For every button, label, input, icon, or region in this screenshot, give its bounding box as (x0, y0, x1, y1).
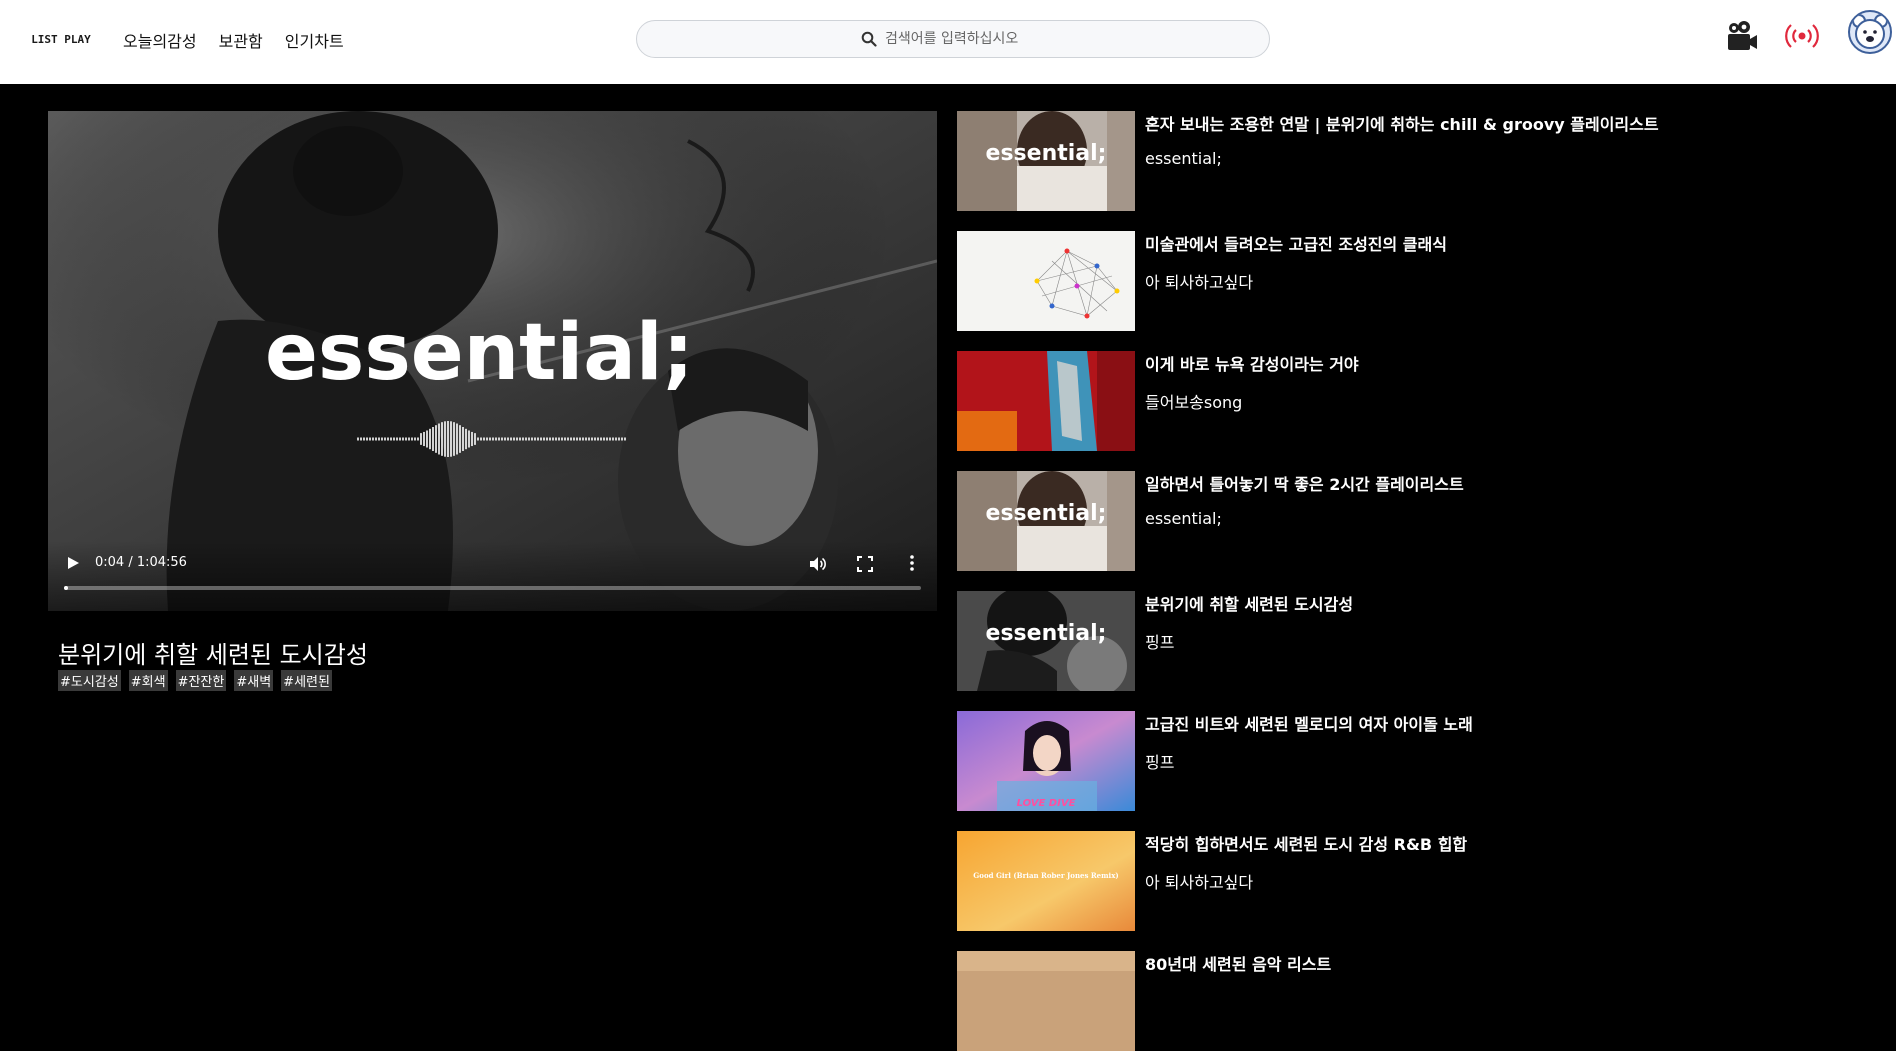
user-avatar[interactable] (1848, 10, 1892, 54)
playlist-item[interactable]: essential; 혼자 보내는 조용한 연말 | 분위기에 취하는 chil… (957, 111, 1887, 211)
playlist-item-title[interactable]: 분위기에 취할 세련된 도시감성 (1145, 591, 1353, 615)
thumbnail-text: essential; (985, 621, 1107, 646)
playlist-item[interactable]: LOVE DIVE 고급진 비트와 세련된 멜로디의 여자 아이돌 노래 핑프 (957, 711, 1887, 811)
volume-icon[interactable] (808, 555, 826, 573)
play-icon[interactable] (66, 556, 80, 570)
logo-text: LIST PLAY (31, 33, 91, 46)
playlist-thumbnail[interactable] (957, 351, 1135, 451)
thumbnail-text: LOVE DIVE (1017, 798, 1076, 809)
search-bar[interactable] (636, 20, 1270, 58)
top-header: LIST PLAY 오늘의감성 보관함 인기차트 (0, 0, 1896, 84)
video-tags: #도시감성 #회색 #잔잔한 #새벽 #세련된 (58, 670, 332, 691)
playlist-item-channel[interactable]: essential; (1145, 149, 1222, 168)
playlist-thumbnail[interactable]: essential; (957, 471, 1135, 571)
playlist-item-title[interactable]: 미술관에서 들려오는 고급진 조성진의 클래식 (1145, 231, 1447, 255)
playlist-item-channel[interactable]: 아 퇴사하고싶다 (1145, 869, 1253, 893)
playlist-item[interactable]: essential; 분위기에 취할 세련된 도시감성 핑프 (957, 591, 1887, 691)
more-options-icon[interactable] (907, 553, 917, 573)
playlist-item-channel[interactable]: 핑프 (1145, 749, 1174, 773)
video-overlay-text: essential; (265, 308, 694, 398)
playlist-item-title[interactable]: 이게 바로 뉴욕 감성이라는 거야 (1145, 351, 1359, 375)
tag-chip[interactable]: #도시감성 (58, 670, 121, 691)
playlist-item-channel[interactable]: essential; (1145, 509, 1222, 528)
playlist-item-title[interactable]: 적당히 힙하면서도 세련된 도시 감성 R&B 힙합 (1145, 831, 1467, 855)
thumbnail-text: essential; (985, 501, 1107, 526)
nav-library[interactable]: 보관함 (219, 28, 263, 52)
playlist-thumbnail[interactable] (957, 231, 1135, 331)
thumbnail-text: Good Girl (Brian Rober Jones Remix) (973, 871, 1118, 880)
playlist-item[interactable]: 80년대 세련된 음악 리스트 (957, 951, 1887, 1051)
video-time: 0:04 / 1:04:56 (95, 555, 187, 570)
video-player[interactable]: essential; (48, 111, 937, 611)
live-broadcast-icon[interactable] (1784, 18, 1820, 54)
tag-chip[interactable]: #세련된 (281, 670, 332, 691)
playlist-item-title[interactable]: 고급진 비트와 세련된 멜로디의 여자 아이돌 노래 (1145, 711, 1473, 735)
playlist-thumbnail[interactable]: Good Girl (Brian Rober Jones Remix) (957, 831, 1135, 931)
playlist-item[interactable]: 이게 바로 뉴욕 감성이라는 거야 들어보송song (957, 351, 1887, 451)
playlist-item-channel[interactable]: 핑프 (1145, 629, 1174, 653)
nav-popular-chart[interactable]: 인기차트 (285, 28, 344, 52)
playlist-thumbnail[interactable]: LOVE DIVE (957, 711, 1135, 811)
playlist-item-channel[interactable]: 들어보송song (1145, 389, 1242, 413)
video-progress-bar[interactable] (64, 586, 921, 590)
sound-wave-graphic (357, 421, 626, 457)
nav-today-mood[interactable]: 오늘의감성 (123, 28, 197, 52)
list-play-logo[interactable]: LIST PLAY (12, 12, 110, 64)
tag-chip[interactable]: #회색 (128, 670, 168, 691)
playlist-item[interactable]: 미술관에서 들려오는 고급진 조성진의 클래식 아 퇴사하고싶다 (957, 231, 1887, 331)
search-icon[interactable] (861, 31, 877, 47)
main-nav: 오늘의감성 보관함 인기차트 (123, 28, 344, 52)
playlist-item-channel[interactable]: 아 퇴사하고싶다 (1145, 269, 1253, 293)
video-title: 분위기에 취할 세련된 도시감성 (58, 641, 368, 669)
bear-avatar-icon (1852, 14, 1888, 49)
playlist-thumbnail[interactable]: essential; (957, 591, 1135, 691)
playlist-thumbnail[interactable]: essential; (957, 111, 1135, 211)
search-input[interactable] (885, 31, 1045, 47)
video-camera-icon[interactable] (1724, 18, 1760, 54)
thumbnail-text: essential; (985, 141, 1107, 166)
playlist-item-title[interactable]: 일하면서 틀어놓기 딱 좋은 2시간 플레이리스트 (1145, 471, 1464, 495)
fullscreen-icon[interactable] (856, 555, 874, 573)
playlist-item[interactable]: Good Girl (Brian Rober Jones Remix) 적당히 … (957, 831, 1887, 931)
playlist-item[interactable]: essential; 일하면서 틀어놓기 딱 좋은 2시간 플레이리스트 ess… (957, 471, 1887, 571)
video-controls-bar (48, 541, 937, 611)
video-progress-fill (64, 586, 69, 590)
tag-chip[interactable]: #잔잔한 (175, 670, 227, 691)
playlist-item-title[interactable]: 혼자 보내는 조용한 연말 | 분위기에 취하는 chill & groovy … (1145, 111, 1659, 135)
playlist-item-title[interactable]: 80년대 세련된 음악 리스트 (1145, 951, 1331, 975)
playlist-thumbnail[interactable] (957, 951, 1135, 1051)
tag-chip[interactable]: #새벽 (234, 670, 274, 691)
